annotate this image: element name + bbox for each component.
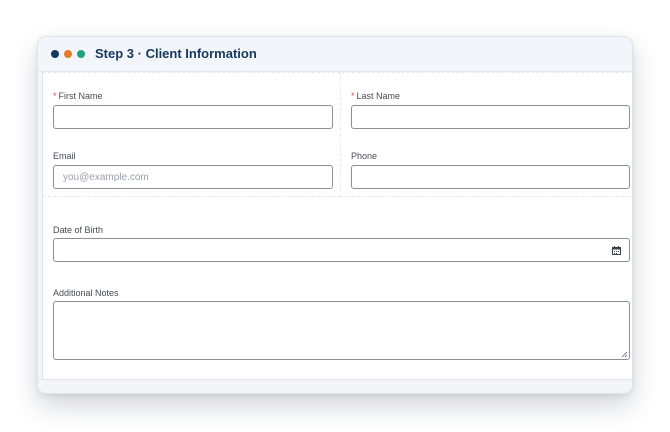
date-of-birth-input[interactable] (53, 238, 630, 262)
page-title: Step 3 · Client Information (95, 46, 257, 61)
window-dot-green (77, 50, 85, 58)
column-divider (340, 72, 341, 197)
phone-label: Phone (351, 151, 378, 161)
required-marker: * (53, 91, 57, 101)
card-footer (38, 379, 632, 393)
client-information-card: Step 3 · Client Information * First Name … (37, 36, 633, 394)
email-input[interactable]: you@example.com (53, 165, 333, 189)
additional-notes-textarea[interactable] (53, 301, 630, 360)
calendar-icon[interactable] (612, 246, 621, 255)
last-name-label: * Last Name (351, 91, 400, 101)
first-name-input[interactable] (53, 105, 333, 129)
window-dot-navy (51, 50, 59, 58)
last-name-input[interactable] (351, 105, 630, 129)
first-name-label-text: First Name (58, 91, 103, 101)
resize-handle-icon[interactable] (621, 351, 628, 358)
form-body: * First Name * Last Name Email you@example… (42, 72, 632, 379)
date-of-birth-label: Date of Birth (53, 225, 104, 235)
card-header: Step 3 · Client Information (38, 37, 632, 72)
phone-input[interactable] (351, 165, 630, 189)
additional-notes-label: Additional Notes (53, 288, 119, 298)
first-name-label: * First Name (53, 91, 103, 101)
email-label: Email (53, 151, 76, 161)
window-dot-orange (64, 50, 72, 58)
required-marker: * (351, 91, 355, 101)
last-name-label-text: Last Name (356, 91, 401, 101)
